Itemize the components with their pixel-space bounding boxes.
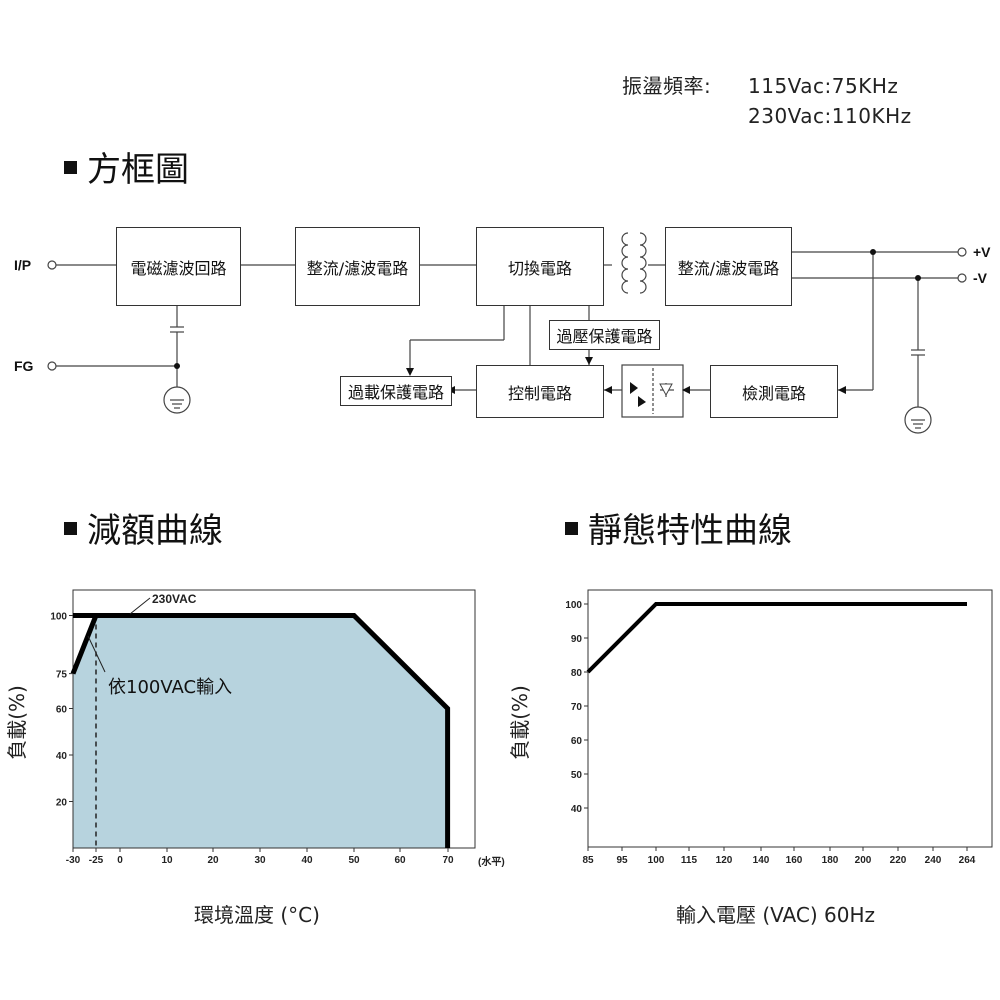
static-x-tick-label: 264 xyxy=(959,855,976,866)
static-chart: 85 95 100 115 120 140 160 180 200 220 240 264 100 90 8… xyxy=(565,589,993,866)
static-x-tick-label: 200 xyxy=(855,855,872,866)
static-y-tick-label: 50 xyxy=(571,770,583,781)
static-y-tick-label: 60 xyxy=(571,736,583,747)
static-x-tick-label: 120 xyxy=(716,855,733,866)
static-y-tick-label: 90 xyxy=(571,634,583,645)
static-plot-frame xyxy=(587,589,993,848)
static-ylabel: 負載(%) xyxy=(507,685,532,760)
static-x-tick-label: 220 xyxy=(890,855,907,866)
static-y-tick-label: 70 xyxy=(571,702,583,713)
static-y-tick-label: 80 xyxy=(571,668,583,679)
static-load-line xyxy=(586,602,967,674)
static-y-tick-label: 40 xyxy=(571,804,583,815)
static-x-tick-label: 85 xyxy=(582,855,594,866)
static-x-tick-label: 180 xyxy=(822,855,839,866)
static-x-tick-label: 160 xyxy=(786,855,803,866)
static-x-tick-label: 100 xyxy=(648,855,665,866)
static-x-tick-label: 240 xyxy=(925,855,942,866)
static-x-tick-label: 140 xyxy=(753,855,770,866)
static-y-tick-label: 100 xyxy=(565,600,582,611)
static-xlabel: 輸入電壓 (VAC) 60Hz xyxy=(676,903,876,927)
static-x-tick-label: 95 xyxy=(616,855,628,866)
static-x-tick-label: 115 xyxy=(681,855,698,866)
